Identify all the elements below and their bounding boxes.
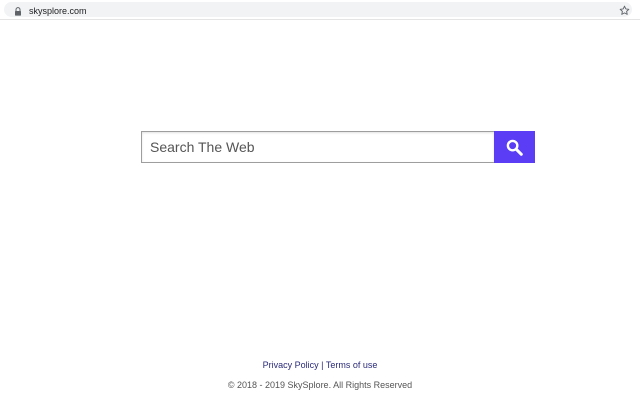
page: skysplore.com Privacy Policy | Terms of … [0,0,640,400]
lock-icon [15,7,21,16]
omnibox[interactable]: skysplore.com [4,2,632,17]
browser-address-bar: skysplore.com [0,0,640,20]
url-text[interactable]: skysplore.com [29,5,87,17]
copyright-text: © 2018 - 2019 SkySplore. All Rights Rese… [227,380,413,390]
search-button[interactable] [494,131,535,163]
magnifier-icon [506,139,523,156]
search-input[interactable] [141,131,494,163]
star-icon[interactable] [619,5,630,16]
search-form [141,131,535,163]
footer-links: Privacy Policy | Terms of use [0,359,640,371]
privacy-policy-link[interactable]: Privacy Policy [263,360,319,370]
terms-of-use-link[interactable]: Terms of use [326,360,378,370]
